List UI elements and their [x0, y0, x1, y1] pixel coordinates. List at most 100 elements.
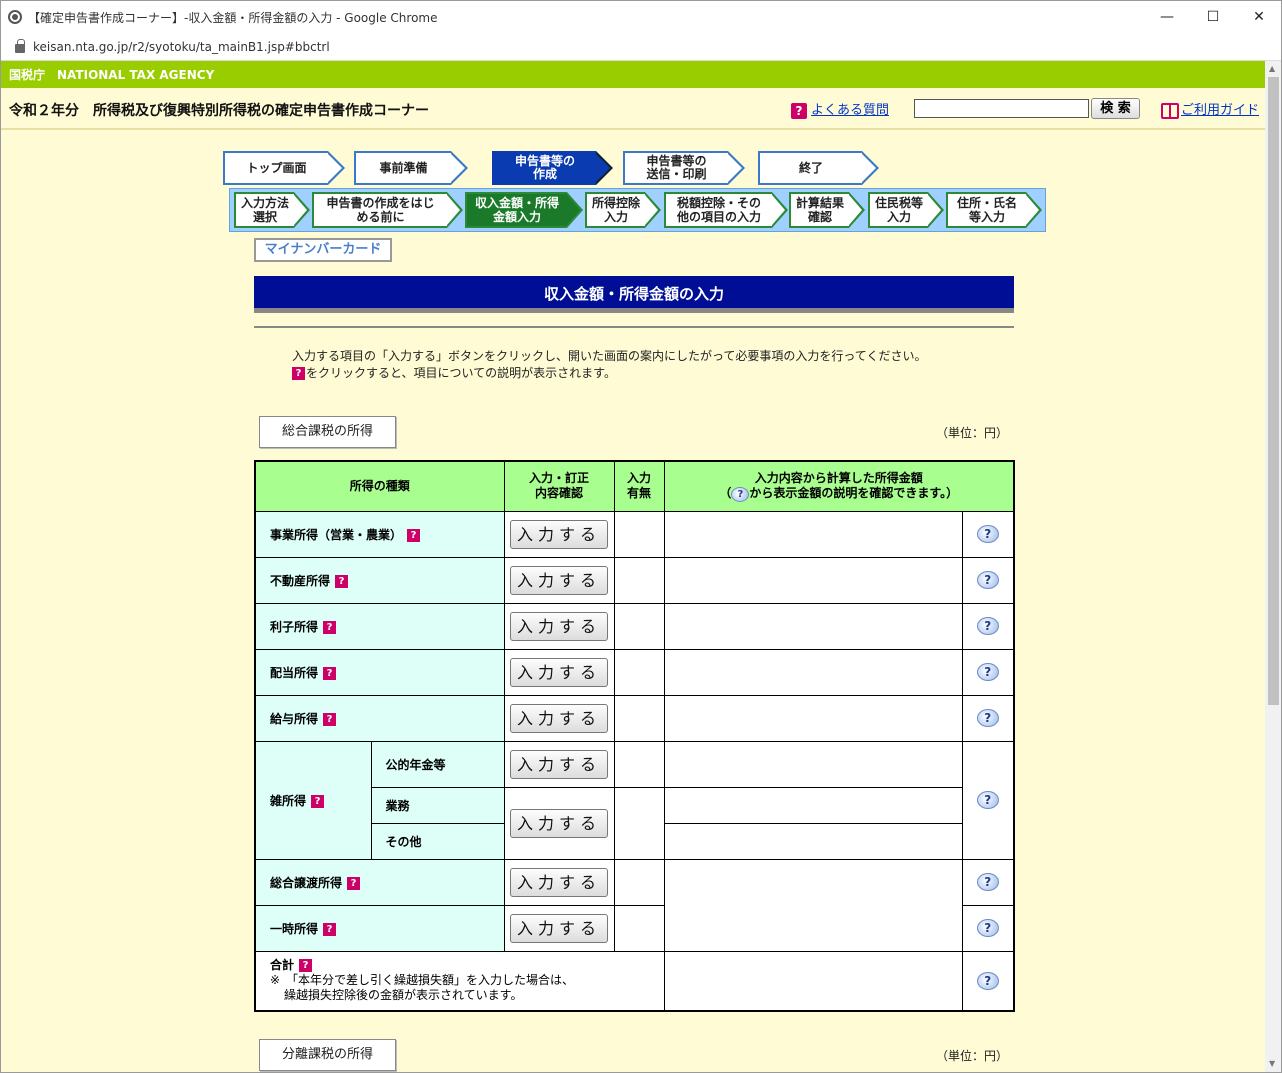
instruction-line1: 入力する項目の「入力する」ボタンをクリックし、開いた画面の案内にしたがって必要事… — [292, 349, 927, 363]
instruction-line2-wrap: ? をクリックすると、項目についての説明が表示されます。 — [292, 365, 926, 382]
has-cell — [613, 904, 665, 952]
help-icon: ? — [731, 486, 750, 502]
amount-cell — [663, 694, 963, 742]
input-button[interactable]: 入力する — [510, 657, 609, 687]
input-button[interactable]: 入力する — [510, 749, 609, 779]
scrollbar[interactable]: ▲ ▼ — [1265, 61, 1281, 1072]
substep-l2: 金額入力 — [492, 210, 541, 224]
step-send: 申告書等の 送信・印刷 — [623, 151, 745, 185]
row-label: 総合譲渡所得? — [254, 858, 505, 906]
input-button[interactable]: 入力する — [510, 611, 609, 641]
help-icon[interactable]: ? — [976, 663, 999, 681]
question-icon[interactable]: ? — [323, 620, 337, 634]
url-text[interactable]: keisan.nta.go.jp/r2/syotoku/ta_mainB1.js… — [33, 40, 330, 54]
help-icon[interactable]: ? — [976, 919, 999, 937]
total-note1: ※ 「本年分で差し引く繰越損失額」を入力した場合は、 — [270, 973, 575, 988]
row-label-text: 不動産所得 — [270, 573, 331, 588]
row-label: 利子所得? — [254, 602, 505, 650]
tab-separate-income[interactable]: 分離課税の所得 — [259, 1039, 396, 1071]
minimize-button[interactable]: — — [1144, 1, 1190, 33]
table-row: 総合譲渡所得? 入力する ? — [254, 858, 1015, 952]
question-icon[interactable]: ? — [323, 922, 337, 936]
row-label: 一時所得? — [254, 904, 505, 952]
question-icon[interactable]: ? — [323, 666, 337, 680]
guide-link[interactable]: ご利用ガイド — [1161, 99, 1259, 119]
search-input[interactable] — [914, 99, 1089, 118]
help-cell: ? — [961, 510, 1015, 558]
substep-income: 収入金額・所得 金額入力 — [465, 192, 583, 228]
substep-deduction: 所得控除 入力 — [585, 192, 661, 228]
input-button[interactable]: 入力する — [510, 565, 609, 595]
substep-result: 計算結果 確認 — [789, 192, 865, 228]
help-icon[interactable]: ? — [976, 525, 999, 543]
question-icon[interactable]: ? — [299, 959, 313, 973]
step-create-l2: 作成 — [532, 167, 557, 181]
col-type: 所得の種類 — [254, 460, 505, 512]
page-heading: 令和２年分 所得税及び復興特別所得税の確定申告書作成コーナー — [9, 103, 429, 119]
step-create: 申告書等の 作成 — [492, 151, 613, 185]
lock-icon — [15, 39, 25, 53]
tab-general-income[interactable]: 総合課税の所得 — [259, 416, 396, 448]
question-icon[interactable]: ? — [335, 574, 349, 588]
row-label-text: 給与所得 — [270, 711, 319, 726]
table-header: 所得の種類 入力・訂正 内容確認 入力 有無 入力内容から計算した所得金額（? から表… — [254, 460, 1015, 512]
help-icon[interactable]: ? — [976, 617, 999, 635]
scroll-down-icon[interactable]: ▼ — [1269, 1059, 1275, 1068]
amount-cell — [663, 822, 963, 860]
globe-icon — [8, 10, 22, 24]
scroll-up-icon[interactable]: ▲ — [1269, 64, 1275, 73]
scrollbar-thumb[interactable] — [1268, 77, 1279, 705]
maximize-button[interactable]: ☐ — [1190, 1, 1236, 33]
search-button[interactable]: 検 索 — [1091, 98, 1140, 119]
address-bar[interactable]: keisan.nta.go.jp/r2/syotoku/ta_mainB1.js… — [1, 33, 1281, 61]
input-cell: 入力する — [503, 740, 615, 788]
substep-l1: 住所・氏名 — [956, 196, 1017, 210]
faq-link[interactable]: ? よくある質問 — [791, 99, 889, 119]
faq-link-text[interactable]: よくある質問 — [811, 103, 889, 118]
browser-window: 【確定申告書作成コーナー】-収入金額・所得金額の入力 - Google Chro… — [0, 0, 1282, 1073]
question-icon: ? — [292, 367, 305, 380]
amount-cell — [663, 950, 963, 1012]
agency-name-en: NATIONAL TAX AGENCY — [57, 67, 215, 82]
help-icon[interactable]: ? — [976, 709, 999, 727]
book-icon — [1161, 102, 1179, 119]
substep-address: 住所・氏名 等入力 — [946, 192, 1042, 228]
table-row: 不動産所得? 入力する ? — [254, 556, 1015, 604]
question-icon[interactable]: ? — [407, 528, 421, 542]
income-table: 所得の種類 入力・訂正 内容確認 入力 有無 入力内容から計算した所得金額（? から表… — [254, 460, 1016, 1012]
input-cell: 入力する — [503, 904, 615, 952]
input-button[interactable]: 入力する — [510, 703, 609, 733]
substep-l2: 確認 — [807, 210, 832, 224]
help-icon[interactable]: ? — [976, 971, 999, 990]
input-button[interactable]: 入力する — [510, 808, 609, 838]
question-icon[interactable]: ? — [347, 876, 361, 890]
guide-link-text[interactable]: ご利用ガイド — [1181, 103, 1259, 118]
help-icon[interactable]: ? — [976, 571, 999, 589]
help-icon[interactable]: ? — [976, 791, 999, 809]
help-cell: ? — [961, 602, 1015, 650]
help-icon[interactable]: ? — [976, 873, 999, 891]
substep-l2: 入力 — [886, 210, 911, 224]
substep-l2: 等入力 — [968, 210, 1005, 224]
step-prep: 事前準備 — [354, 151, 468, 185]
input-button[interactable]: 入力する — [510, 867, 609, 897]
substep-l1: 入力方法 — [240, 196, 289, 210]
col-input-l1: 入力・訂正 — [529, 471, 590, 486]
col-has-l2: 有無 — [627, 486, 652, 501]
substep-before: 申告書の作成をはじ める前に — [312, 192, 463, 228]
question-icon[interactable]: ? — [323, 712, 337, 726]
substep-bar: 入力方法 選択 申告書の作成をはじ める前に 収入金額・所得 金額入力 所得控除 入力 … — [229, 188, 1046, 232]
close-button[interactable]: ✕ — [1236, 1, 1281, 33]
has-cell — [613, 556, 665, 604]
agency-name: 国税庁 — [9, 68, 46, 82]
question-icon[interactable]: ? — [311, 794, 325, 808]
header: 令和２年分 所得税及び復興特別所得税の確定申告書作成コーナー ? よくある質問 検… — [1, 88, 1265, 130]
row-label-text: 事業所得（営業・農業） — [270, 527, 403, 542]
total-title: 合計? — [270, 958, 664, 973]
substep-tax-credit: 税額控除・その 他の項目の入力 — [664, 192, 788, 228]
mynumber-card-button[interactable]: マイナンバーカード — [254, 238, 392, 262]
input-button[interactable]: 入力する — [510, 519, 609, 549]
input-button[interactable]: 入力する — [510, 913, 609, 943]
substep-l1: 税額控除・その — [676, 196, 761, 210]
col-input: 入力・訂正 内容確認 — [503, 460, 615, 512]
